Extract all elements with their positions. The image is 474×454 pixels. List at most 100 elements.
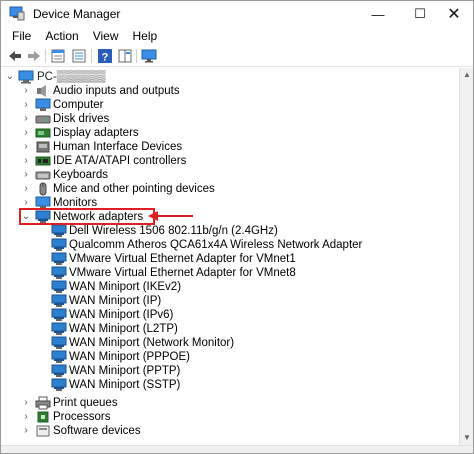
minimize-button[interactable]: — bbox=[357, 1, 399, 27]
adapter-label: WAN Miniport (SSTP) bbox=[69, 379, 181, 391]
tree-root-label: PC-▒▒▒▒▒▒ bbox=[37, 71, 106, 83]
details-pane-icon[interactable] bbox=[117, 48, 133, 64]
scroll-up-icon[interactable]: ▲ bbox=[460, 68, 474, 82]
expand-chevron-icon[interactable]: › bbox=[21, 155, 31, 167]
menu-bar: File Action View Help bbox=[1, 27, 473, 45]
highlight-box bbox=[19, 208, 155, 225]
network-adapter-item[interactable]: VMware Virtual Ethernet Adapter for VMne… bbox=[1, 252, 459, 267]
toolbar-separator bbox=[136, 49, 137, 63]
tree-category[interactable]: › Mice and other pointing devices bbox=[1, 182, 459, 197]
device-tree: ⌄ PC-▒▒▒▒▒▒ › Audio inputs and outputs › bbox=[1, 68, 459, 445]
category-label: Print queues bbox=[53, 397, 118, 409]
tree-category[interactable]: › Disk drives bbox=[1, 112, 459, 127]
expand-chevron-icon[interactable]: › bbox=[21, 397, 31, 409]
category-label: Display adapters bbox=[53, 127, 139, 139]
network-adapter-item[interactable]: WAN Miniport (IPv6) bbox=[1, 308, 459, 323]
tree-category[interactable]: › Software devices bbox=[1, 424, 459, 439]
tree-category[interactable]: › Processors bbox=[1, 410, 459, 425]
expand-chevron-icon[interactable]: › bbox=[21, 99, 31, 111]
device-manager-app-icon bbox=[9, 6, 25, 21]
adapter-label: WAN Miniport (IKEv2) bbox=[69, 281, 182, 293]
network-adapter-icon bbox=[51, 266, 67, 279]
network-adapter-item[interactable]: Dell Wireless 1506 802.11b/g/n (2.4GHz) bbox=[1, 224, 459, 239]
tree-category[interactable]: › Computer bbox=[1, 98, 459, 113]
network-adapter-item[interactable]: WAN Miniport (L2TP) bbox=[1, 322, 459, 337]
adapter-label: VMware Virtual Ethernet Adapter for VMne… bbox=[69, 267, 296, 279]
toolbar: ? bbox=[1, 45, 473, 67]
printer-icon bbox=[35, 396, 51, 410]
tree-category[interactable]: › Keyboards bbox=[1, 168, 459, 183]
category-label: Disk drives bbox=[53, 113, 110, 125]
vertical-scrollbar[interactable]: ▲ ▼ bbox=[459, 68, 473, 445]
expand-chevron-icon[interactable]: › bbox=[21, 411, 31, 423]
close-button[interactable]: ✕ bbox=[433, 1, 474, 27]
expand-chevron-icon[interactable]: › bbox=[21, 425, 31, 437]
category-label: Audio inputs and outputs bbox=[53, 85, 180, 97]
expand-chevron-icon[interactable]: › bbox=[21, 127, 31, 139]
adapter-label: Qualcomm Atheros QCA61x4A Wireless Netwo… bbox=[69, 239, 363, 251]
network-adapter-icon bbox=[51, 238, 67, 251]
menu-view[interactable]: View bbox=[86, 27, 126, 45]
expand-chevron-icon[interactable]: › bbox=[21, 113, 31, 125]
network-adapter-icon bbox=[51, 364, 67, 377]
tree-root[interactable]: ⌄ PC-▒▒▒▒▒▒ bbox=[1, 70, 459, 85]
keyboard-icon bbox=[35, 171, 51, 180]
adapter-label: WAN Miniport (L2TP) bbox=[69, 323, 178, 335]
network-adapter-item[interactable]: WAN Miniport (PPPOE) bbox=[1, 350, 459, 365]
forward-arrow-icon[interactable] bbox=[26, 48, 42, 64]
menu-help[interactable]: Help bbox=[126, 27, 165, 45]
network-adapter-icon bbox=[51, 378, 67, 391]
expand-chevron-icon[interactable]: › bbox=[21, 85, 31, 97]
show-list-icon[interactable] bbox=[71, 48, 87, 64]
computer-root-icon bbox=[18, 70, 34, 84]
network-adapter-item[interactable]: WAN Miniport (PPTP) bbox=[1, 364, 459, 379]
tree-category[interactable]: › IDE ATA/ATAPI controllers bbox=[1, 154, 459, 169]
expand-chevron-icon[interactable]: › bbox=[21, 141, 31, 153]
network-adapter-icon bbox=[51, 322, 67, 335]
computer-icon bbox=[35, 98, 51, 111]
toolbar-separator bbox=[45, 49, 46, 63]
adapter-label: WAN Miniport (PPPOE) bbox=[69, 351, 190, 363]
tree-category[interactable]: › Human Interface Devices bbox=[1, 140, 459, 155]
properties-sheet-icon[interactable] bbox=[50, 48, 66, 64]
collapse-chevron-icon[interactable]: ⌄ bbox=[5, 71, 15, 83]
mouse-icon bbox=[39, 182, 47, 196]
category-label: Processors bbox=[53, 411, 111, 423]
network-adapter-item[interactable]: WAN Miniport (Network Monitor) bbox=[1, 336, 459, 351]
help-icon[interactable]: ? bbox=[97, 48, 113, 64]
expand-chevron-icon[interactable]: › bbox=[21, 183, 31, 195]
adapter-label: VMware Virtual Ethernet Adapter for VMne… bbox=[69, 253, 296, 265]
monitor-scan-icon[interactable] bbox=[141, 48, 157, 64]
network-adapter-icon bbox=[51, 280, 67, 293]
horizontal-scrollbar[interactable] bbox=[1, 445, 473, 453]
title-bar[interactable]: Device Manager — ☐ ✕ bbox=[1, 1, 473, 27]
network-adapter-item[interactable]: WAN Miniport (SSTP) bbox=[1, 378, 459, 393]
category-label: IDE ATA/ATAPI controllers bbox=[53, 155, 187, 167]
network-adapter-item[interactable]: Qualcomm Atheros QCA61x4A Wireless Netwo… bbox=[1, 238, 459, 253]
network-adapter-item[interactable]: WAN Miniport (IKEv2) bbox=[1, 280, 459, 295]
back-arrow-icon[interactable] bbox=[7, 48, 23, 64]
network-adapter-icon bbox=[51, 224, 67, 237]
network-adapter-icon bbox=[51, 252, 67, 265]
adapter-label: WAN Miniport (IP) bbox=[69, 295, 162, 307]
category-label: Mice and other pointing devices bbox=[53, 183, 215, 195]
network-adapter-item[interactable]: WAN Miniport (IP) bbox=[1, 294, 459, 309]
software-device-icon bbox=[36, 425, 50, 437]
annotation-arrow-icon bbox=[148, 211, 193, 221]
ide-controller-icon bbox=[35, 156, 51, 166]
speaker-icon bbox=[37, 85, 46, 97]
menu-action[interactable]: Action bbox=[38, 27, 85, 45]
tree-category[interactable]: › Print queues bbox=[1, 396, 459, 411]
device-manager-window: Device Manager — ☐ ✕ File Action View He… bbox=[0, 0, 474, 454]
menu-file[interactable]: File bbox=[5, 27, 38, 45]
network-adapter-icon bbox=[51, 350, 67, 363]
network-adapter-item[interactable]: VMware Virtual Ethernet Adapter for VMne… bbox=[1, 266, 459, 281]
scroll-down-icon[interactable]: ▼ bbox=[460, 431, 474, 445]
adapter-label: WAN Miniport (PPTP) bbox=[69, 365, 181, 377]
tree-category[interactable]: › Audio inputs and outputs bbox=[1, 84, 459, 99]
expand-chevron-icon[interactable]: › bbox=[21, 169, 31, 181]
tree-category[interactable]: › Display adapters bbox=[1, 126, 459, 141]
network-adapter-icon bbox=[51, 336, 67, 349]
display-adapter-icon bbox=[35, 128, 51, 138]
adapter-label: WAN Miniport (Network Monitor) bbox=[69, 337, 235, 349]
